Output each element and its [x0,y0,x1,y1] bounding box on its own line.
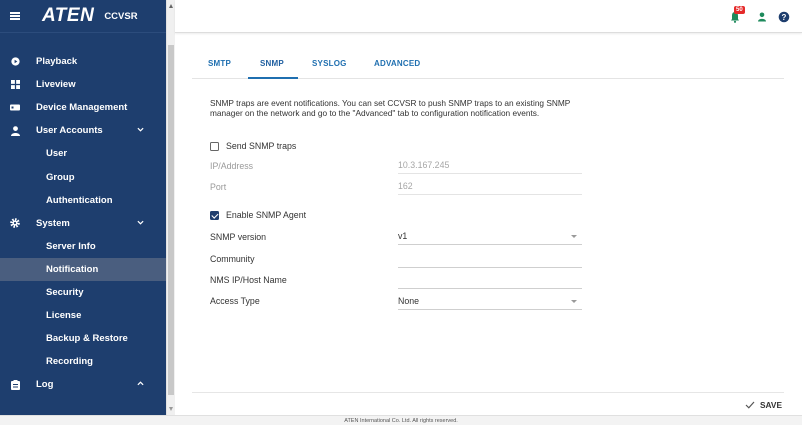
sidebar-item-user[interactable]: User [0,142,166,165]
send-snmp-traps-checkbox[interactable] [210,142,219,151]
sidebar: ATEN CCVSR Playback Liveview Device Mana… [0,0,166,415]
access-type-label: Access Type [210,296,260,306]
active-tab-indicator [248,77,298,79]
sidebar-item-notification[interactable]: Notification [0,257,166,281]
scrollbar-thumb[interactable] [168,45,174,395]
sidebar-item-label: User Accounts [36,125,103,137]
sidebar-item-label: System [36,217,70,229]
device-icon [10,103,20,113]
save-button[interactable]: SAVE [745,400,782,410]
notification-count-badge: 50 [734,6,745,14]
sidebar-item-security[interactable]: Security [0,281,166,304]
svg-text:?: ? [782,13,787,22]
sidebar-item-label: Security [46,286,84,298]
sidebar-item-user-accounts[interactable]: User Accounts [0,119,166,142]
chevron-down-icon[interactable] [137,219,144,226]
check-icon [745,401,755,409]
sidebar-item-recording[interactable]: Recording [0,350,166,373]
clipboard-icon [10,379,20,390]
sidebar-item-label: Backup & Restore [46,333,128,345]
user-icon [10,126,20,136]
port-label: Port [210,182,227,192]
sidebar-item-license[interactable]: License [0,304,166,327]
sidebar-item-label: Device Management [36,102,128,114]
chevron-up-icon[interactable] [137,380,144,387]
top-bar: 50 ? [175,0,802,33]
nms-host-label: NMS IP/Host Name [210,275,287,285]
sidebar-item-device-management[interactable]: Device Management [0,96,166,119]
sidebar-item-server-info[interactable]: Server Info [0,235,166,258]
copyright-footer: ATEN International Co. Ltd. All rights r… [0,415,802,425]
ip-address-field[interactable]: 10.3.167.245 [398,158,582,174]
brand-bar: ATEN CCVSR [0,0,166,33]
tab-snmp[interactable]: SNMP [260,59,284,68]
scroll-up-arrow[interactable] [169,4,173,8]
dropdown-arrow-icon [571,300,577,303]
sidebar-item-label: License [46,310,82,322]
community-field[interactable] [398,252,582,268]
tab-bar: SMTP SNMP SYSLOG ADVANCED [192,45,784,79]
sidebar-scrollbar[interactable] [166,0,175,415]
sidebar-nav: Playback Liveview Device Management User… [0,50,166,396]
access-type-value: None [398,296,420,306]
sidebar-item-label: Authentication [46,194,113,206]
nms-host-field[interactable] [398,273,582,289]
sidebar-item-label: Recording [46,356,93,368]
sidebar-item-liveview[interactable]: Liveview [0,73,166,96]
access-type-select[interactable]: None [398,294,582,310]
sidebar-item-backup-restore[interactable]: Backup & Restore [0,327,166,350]
play-circle-icon [10,57,20,67]
sidebar-item-label: Notification [46,263,99,275]
chevron-down-icon[interactable] [137,126,144,133]
gear-icon [10,218,20,229]
grid-icon [10,80,20,90]
sidebar-item-log[interactable]: Log [0,373,166,396]
sidebar-item-label: Server Info [46,240,96,252]
community-label: Community [210,254,255,264]
dropdown-arrow-icon [571,235,577,238]
snmp-version-value: v1 [398,231,408,241]
sidebar-item-label: Liveview [36,79,76,91]
scroll-down-arrow[interactable] [169,407,173,411]
sidebar-item-label: User [46,148,68,160]
sidebar-item-label: Log [36,379,54,391]
send-snmp-traps-label: Send SNMP traps [226,141,297,151]
action-divider [192,392,784,393]
tab-advanced[interactable]: ADVANCED [374,59,420,68]
snmp-version-select[interactable]: v1 [398,229,582,245]
sidebar-item-authentication[interactable]: Authentication [0,189,166,212]
port-field[interactable]: 162 [398,179,582,195]
tab-smtp[interactable]: SMTP [208,59,231,68]
snmp-description: SNMP traps are event notifications. You … [210,98,571,118]
sidebar-item-system[interactable]: System [0,212,166,235]
save-label: SAVE [760,400,782,410]
menu-icon[interactable] [10,12,20,20]
tab-syslog[interactable]: SYSLOG [312,59,347,68]
product-name: CCVSR [104,10,138,22]
sidebar-item-group[interactable]: Group [0,165,166,188]
sidebar-item-label: Group [46,171,75,183]
sidebar-item-playback[interactable]: Playback [0,50,166,73]
enable-snmp-agent-label: Enable SNMP Agent [226,210,307,220]
help-icon[interactable]: ? [778,11,790,23]
aten-logo: ATEN [42,5,95,26]
snmp-version-label: SNMP version [210,232,267,242]
account-icon[interactable] [756,11,768,23]
notification-settings-card: SMTP SNMP SYSLOG ADVANCED SNMP traps are… [192,45,784,415]
sidebar-item-label: Playback [36,56,78,68]
ip-address-label: IP/Address [210,161,254,171]
enable-snmp-agent-checkbox[interactable] [210,211,219,220]
